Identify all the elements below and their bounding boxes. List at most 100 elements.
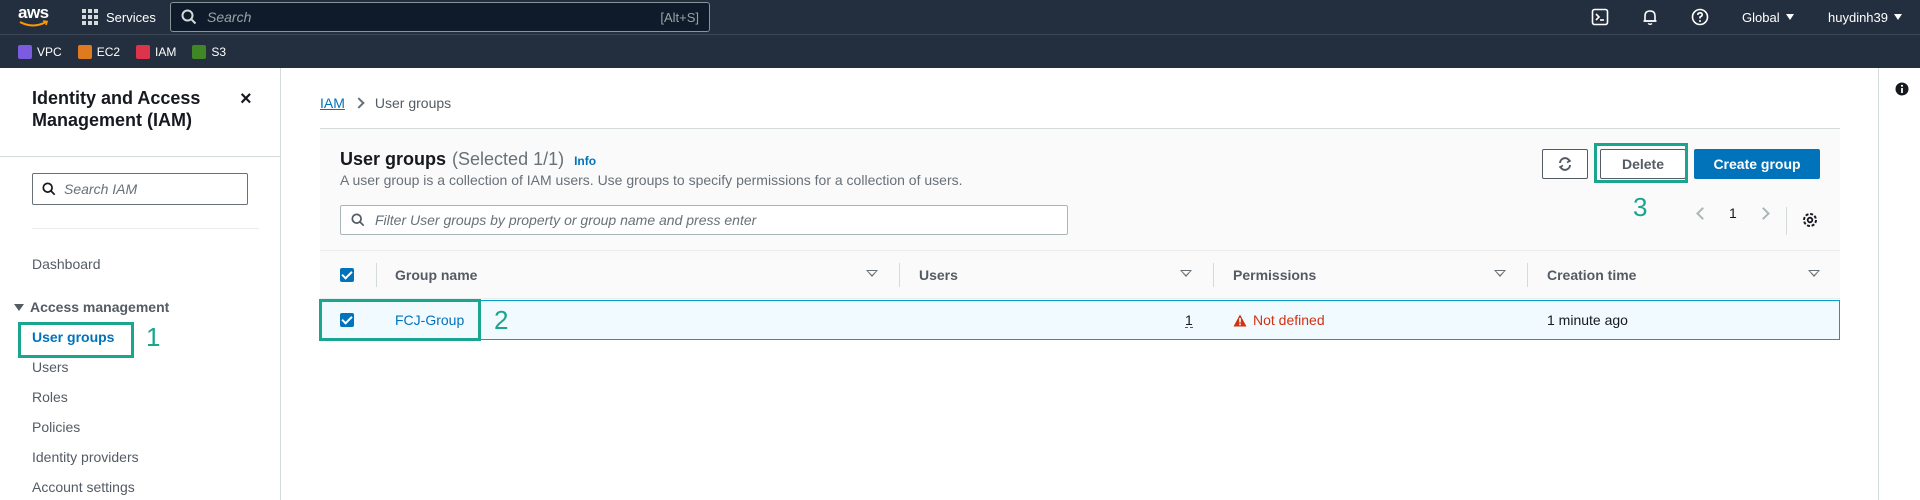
users-count[interactable]: 1: [1185, 313, 1193, 328]
ec2-service-icon: [77, 44, 92, 59]
services-label: Services: [106, 9, 156, 25]
chevron-left-icon[interactable]: [1696, 206, 1709, 220]
sidebar-item-dashboard[interactable]: Dashboard: [32, 256, 101, 272]
favorite-iam[interactable]: IAM: [136, 44, 177, 59]
search-icon: [181, 9, 197, 25]
favorites-bar: VPC EC2 IAM S3: [0, 34, 1920, 68]
refresh-button[interactable]: [1542, 149, 1588, 179]
top-navigation: aws Services Search [Alt+S] Global huydi…: [0, 0, 1920, 34]
caret-down-icon: [1894, 14, 1902, 20]
sidebar-item-roles[interactable]: Roles: [32, 389, 68, 405]
region-label: Global: [1742, 9, 1780, 25]
services-menu-button[interactable]: Services: [82, 0, 156, 34]
cloudshell-icon[interactable]: [1591, 8, 1609, 26]
favorite-vpc[interactable]: VPC: [18, 44, 62, 59]
sort-icon[interactable]: [1180, 270, 1192, 277]
caret-down-icon: [1785, 14, 1794, 20]
breadcrumb: IAM User groups: [320, 95, 451, 111]
creation-time-cell: 1 minute ago: [1547, 312, 1628, 328]
section-access-management[interactable]: Access management: [14, 299, 169, 315]
column-divider: [1527, 263, 1528, 287]
sort-icon[interactable]: [866, 270, 878, 277]
breadcrumb-iam-link[interactable]: IAM: [320, 95, 345, 111]
account-name: huydinh39: [1828, 9, 1888, 25]
account-menu[interactable]: huydinh39: [1828, 0, 1902, 34]
search-icon: [351, 213, 365, 227]
panel-title: User groups: [340, 149, 447, 169]
favorite-label: EC2: [96, 44, 121, 59]
group-name-link[interactable]: FCJ-Group: [395, 301, 464, 339]
column-users[interactable]: Users: [919, 251, 958, 299]
refresh-icon: [1558, 157, 1572, 171]
info-link[interactable]: Info: [574, 154, 596, 168]
select-all-cell[interactable]: [340, 251, 354, 299]
warning-icon: [1233, 314, 1247, 326]
favorite-ec2[interactable]: EC2: [77, 44, 121, 59]
row-checkbox[interactable]: [340, 313, 354, 327]
grid-icon: [82, 9, 98, 25]
bell-icon[interactable]: [1641, 8, 1659, 26]
global-search-input[interactable]: Search [Alt+S]: [170, 2, 710, 32]
column-group-name[interactable]: Group name: [395, 251, 477, 299]
sidebar-item-user-groups[interactable]: User groups: [32, 329, 114, 345]
sidebar-item-users[interactable]: Users: [32, 359, 69, 375]
users-count-cell: 1: [1185, 301, 1193, 339]
search-iam-input[interactable]: Search IAM: [32, 173, 248, 205]
row-select-cell[interactable]: [340, 301, 354, 339]
divider: [1786, 207, 1787, 235]
delete-button[interactable]: Delete: [1600, 149, 1686, 179]
select-all-checkbox[interactable]: [340, 268, 354, 282]
vpc-service-icon: [18, 44, 32, 59]
chevron-right-icon: [353, 97, 365, 109]
favorite-label: S3: [211, 44, 227, 59]
column-creation-time[interactable]: Creation time: [1547, 251, 1636, 299]
permissions-cell: Not defined: [1233, 301, 1325, 339]
sort-icon[interactable]: [1494, 270, 1506, 277]
info-icon[interactable]: [1895, 82, 1909, 96]
sidebar-item-policies[interactable]: Policies: [32, 419, 80, 435]
pagination: 1: [1696, 205, 1770, 221]
s3-service-icon: [192, 44, 207, 59]
favorite-label: VPC: [37, 44, 62, 59]
divider: [32, 228, 259, 229]
filter-input[interactable]: Filter User groups by property or group …: [340, 205, 1068, 235]
sidebar-item-identity-providers[interactable]: Identity providers: [32, 449, 139, 465]
annotation-number-2: 2: [494, 305, 509, 335]
help-icon[interactable]: [1691, 8, 1709, 26]
section-label: Access management: [30, 299, 170, 315]
filter-placeholder: Filter User groups by property or group …: [375, 212, 757, 228]
search-iam-placeholder: Search IAM: [64, 181, 138, 197]
create-group-button[interactable]: Create group: [1694, 149, 1820, 179]
column-divider: [1213, 263, 1214, 287]
triangle-down-icon: [14, 303, 24, 311]
annotation-number-1: 1: [146, 322, 161, 352]
favorite-s3[interactable]: S3: [192, 44, 227, 59]
search-icon: [42, 182, 56, 196]
breadcrumb-current: User groups: [374, 95, 452, 111]
chevron-right-icon[interactable]: [1756, 206, 1770, 220]
column-permissions[interactable]: Permissions: [1233, 251, 1316, 299]
search-shortcut: [Alt+S]: [660, 9, 699, 25]
side-navigation: Identity and Access Management (IAM) × S…: [0, 68, 281, 500]
help-panel-rail: [1878, 68, 1920, 500]
table-row[interactable]: FCJ-Group 1 Not defined 1 minute ago: [320, 300, 1840, 340]
region-selector[interactable]: Global: [1742, 0, 1794, 34]
search-placeholder: Search: [207, 9, 252, 25]
sort-icon[interactable]: [1808, 270, 1820, 277]
table-header: Group name Users Permissions Creation ti…: [320, 251, 1840, 299]
iam-service-icon: [136, 44, 151, 59]
selection-count: (Selected 1/1): [452, 149, 565, 169]
column-divider: [899, 263, 900, 287]
panel-title-group: User groups (Selected 1/1) Info: [340, 149, 596, 170]
panel-header: User groups (Selected 1/1) Info A user g…: [320, 129, 1840, 251]
divider: [0, 156, 281, 157]
permissions-status: Not defined: [1253, 312, 1325, 328]
sidebar-item-account-settings[interactable]: Account settings: [32, 479, 135, 495]
close-icon[interactable]: ×: [240, 88, 252, 111]
sidenav-title: Identity and Access Management (IAM): [32, 88, 201, 130]
aws-logo[interactable]: aws: [18, 3, 52, 31]
favorite-label: IAM: [155, 44, 177, 59]
gear-icon[interactable]: [1801, 211, 1819, 229]
column-divider: [376, 263, 377, 287]
page-number[interactable]: 1: [1729, 205, 1737, 221]
